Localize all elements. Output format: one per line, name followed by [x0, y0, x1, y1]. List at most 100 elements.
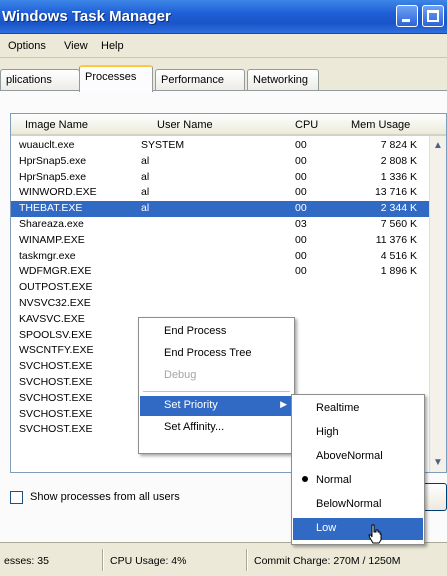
table-row[interactable]: WINAMP.EXE 00 11 376 K	[11, 233, 431, 249]
priority-realtime[interactable]: Realtime	[293, 398, 423, 420]
process-cpu: 00	[295, 154, 307, 167]
table-row[interactable]: OUTPOST.EXE	[11, 280, 431, 296]
menu-separator	[143, 391, 290, 392]
process-user: al	[141, 186, 150, 199]
column-cpu[interactable]: CPU	[295, 119, 318, 131]
process-mem: 1 896 K	[380, 265, 417, 278]
process-name: taskmgr.exe	[19, 249, 76, 262]
menu-help[interactable]: Help	[101, 40, 124, 52]
process-cpu: 03	[295, 217, 307, 230]
submenu-arrow-icon: ▶	[280, 399, 287, 409]
process-cpu: 00	[295, 233, 307, 246]
status-commit: Commit Charge: 270M / 1250M	[254, 555, 401, 567]
process-name: WSCNTFY.EXE	[19, 344, 94, 357]
menu-debug[interactable]: Debug	[140, 366, 293, 386]
process-name: KAVSVC.EXE	[19, 312, 85, 325]
status-bar: esses: 35 CPU Usage: 4% Commit Charge: 2…	[0, 542, 447, 576]
table-row[interactable]: THEBAT.EXE al 00 2 344 K	[11, 201, 431, 217]
process-user: al	[141, 202, 150, 215]
status-processes: esses: 35	[4, 555, 49, 567]
process-name: HprSnap5.exe	[19, 170, 87, 183]
table-row[interactable]: Shareaza.exe 03 7 560 K	[11, 217, 431, 233]
process-user: al	[141, 154, 150, 167]
menu-options[interactable]: Options	[8, 40, 46, 52]
tab-processes[interactable]: Processes	[79, 65, 153, 92]
vertical-scrollbar[interactable]: ▲ ▼	[429, 136, 446, 472]
priority-above-normal[interactable]: AboveNormal	[293, 446, 423, 468]
process-cpu: 00	[295, 202, 307, 215]
minimize-icon	[402, 19, 410, 22]
table-row[interactable]: NVSVC32.EXE	[11, 296, 431, 312]
table-row[interactable]: taskmgr.exe 00 4 516 K	[11, 249, 431, 265]
menu-end-process-tree[interactable]: End Process Tree	[140, 344, 293, 364]
list-header: Image Name User Name CPU Mem Usage	[11, 114, 446, 136]
minimize-button[interactable]	[396, 5, 418, 27]
process-name: WINWORD.EXE	[19, 186, 97, 199]
maximize-icon	[427, 10, 439, 22]
title-bar[interactable]: Windows Task Manager	[0, 0, 447, 34]
status-divider	[102, 549, 104, 571]
priority-normal-label: Normal	[316, 474, 352, 486]
table-row[interactable]: WDFMGR.EXE 00 1 896 K	[11, 264, 431, 280]
table-row[interactable]: HprSnap5.exe al 00 1 336 K	[11, 170, 431, 186]
process-mem: 1 336 K	[380, 170, 417, 183]
priority-below-normal[interactable]: BelowNormal	[293, 494, 423, 516]
menu-set-priority[interactable]: Set Priority ▶	[140, 396, 293, 416]
table-row[interactable]: WINWORD.EXE al 00 13 716 K	[11, 185, 431, 201]
process-name: SVCHOST.EXE	[19, 407, 93, 420]
process-cpu: 00	[295, 186, 307, 199]
menu-end-process[interactable]: End Process	[140, 322, 293, 342]
priority-high[interactable]: High	[293, 422, 423, 444]
priority-submenu: Realtime High AboveNormal Normal BelowNo…	[291, 394, 425, 545]
process-mem: 2 344 K	[380, 202, 417, 215]
scroll-down-icon[interactable]: ▼	[433, 457, 443, 468]
show-all-users-label: Show processes from all users	[30, 491, 180, 503]
show-all-users-checkbox[interactable]	[10, 491, 23, 504]
process-cpu: 00	[295, 170, 307, 183]
column-image-name[interactable]: Image Name	[25, 119, 88, 131]
process-mem: 4 516 K	[380, 249, 417, 262]
process-user: SYSTEM	[141, 139, 185, 151]
process-mem: 11 376 K	[375, 233, 417, 246]
menu-bar: Options View Help	[0, 34, 447, 58]
priority-low[interactable]: Low	[293, 518, 423, 540]
process-name: THEBAT.EXE	[19, 202, 83, 215]
process-cpu: 00	[295, 249, 307, 262]
process-name: SVCHOST.EXE	[19, 391, 93, 404]
menu-view[interactable]: View	[64, 40, 88, 52]
process-name: SVCHOST.EXE	[19, 423, 93, 436]
table-row[interactable]: wuauclt.exe SYSTEM 00 7 824 K	[11, 138, 431, 154]
process-cpu: 00	[295, 265, 307, 278]
process-mem: 7 824 K	[380, 139, 417, 151]
hand-cursor-icon	[368, 524, 382, 544]
process-name: SVCHOST.EXE	[19, 360, 93, 373]
tab-strip: plications Processes Performance Network…	[0, 62, 447, 92]
menu-set-affinity[interactable]: Set Affinity...	[140, 418, 293, 438]
process-name: OUTPOST.EXE	[19, 281, 93, 294]
table-row[interactable]: HprSnap5.exe al 00 2 808 K	[11, 154, 431, 170]
process-name: WINAMP.EXE	[19, 233, 85, 246]
process-cpu: 00	[295, 139, 307, 151]
tab-networking[interactable]: Networking	[247, 69, 319, 91]
column-user-name[interactable]: User Name	[157, 119, 213, 131]
process-name: WDFMGR.EXE	[19, 265, 92, 278]
maximize-button[interactable]	[422, 5, 444, 27]
tab-applications[interactable]: plications	[0, 69, 80, 91]
checked-bullet-icon	[302, 476, 308, 482]
process-name: HprSnap5.exe	[19, 154, 87, 167]
process-mem: 7 560 K	[380, 217, 417, 230]
scroll-up-icon[interactable]: ▲	[433, 140, 443, 151]
process-mem: 2 808 K	[380, 154, 417, 167]
process-name: SPOOLSV.EXE	[19, 328, 93, 341]
window-title: Windows Task Manager	[2, 8, 171, 25]
process-mem: 13 716 K	[374, 186, 417, 199]
tab-performance[interactable]: Performance	[155, 69, 245, 91]
column-mem-usage[interactable]: Mem Usage	[351, 119, 410, 131]
priority-normal[interactable]: Normal	[293, 470, 423, 492]
process-name: SVCHOST.EXE	[19, 375, 93, 388]
process-name: wuauclt.exe	[19, 139, 75, 151]
menu-set-priority-label: Set Priority	[164, 399, 218, 411]
process-name: Shareaza.exe	[19, 217, 84, 230]
context-menu: End Process End Process Tree Debug Set P…	[138, 317, 295, 454]
process-user: al	[141, 170, 150, 183]
